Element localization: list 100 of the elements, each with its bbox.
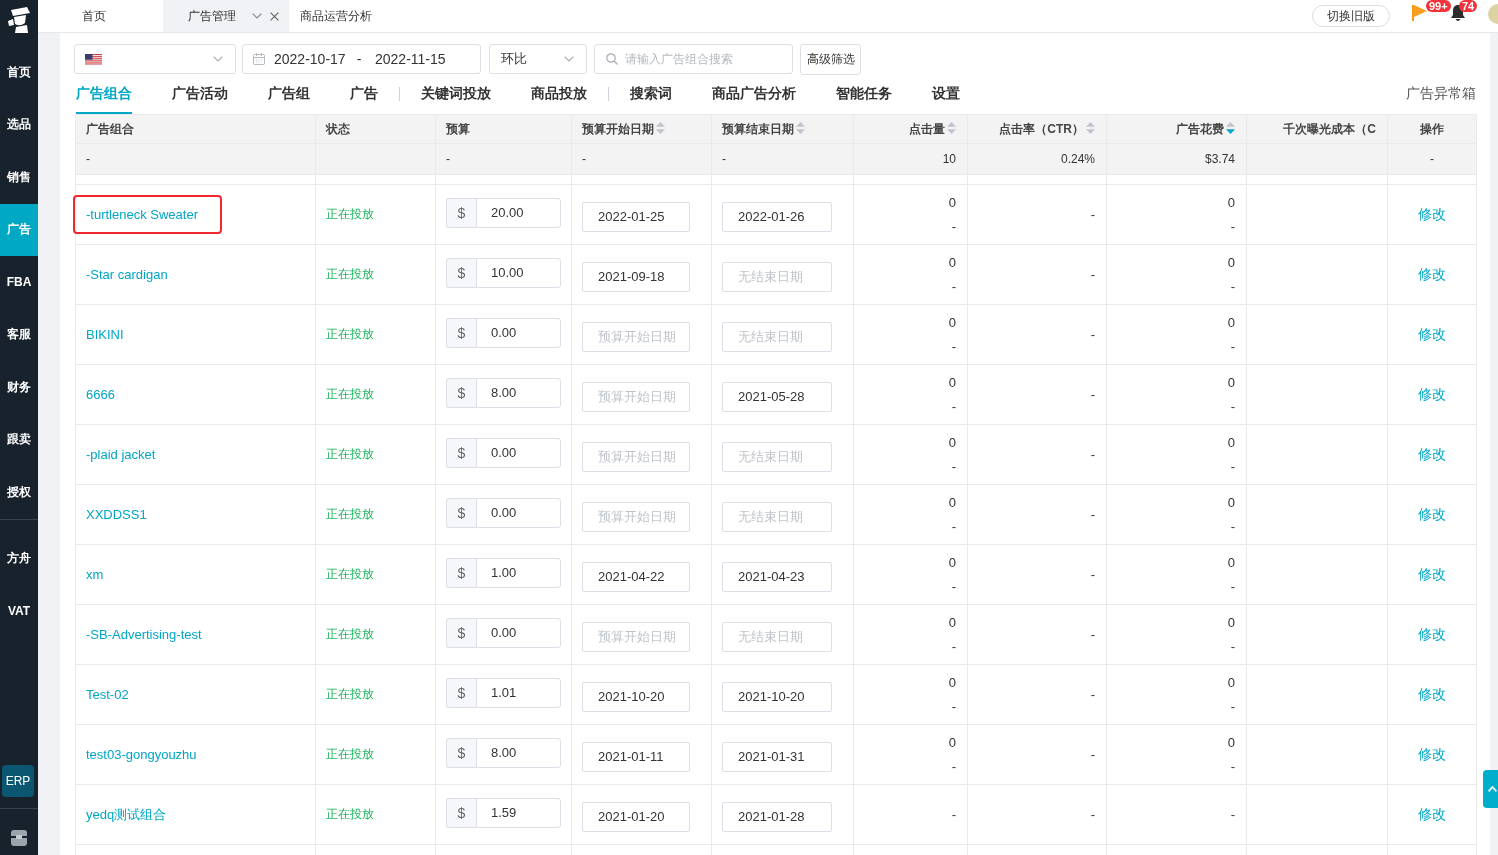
chest-icon[interactable] <box>10 830 28 846</box>
sort-icon[interactable] <box>1226 121 1235 134</box>
date-input[interactable]: 2021-05-28 <box>722 381 832 412</box>
column-header: 千次曝光成本（C <box>1246 114 1388 144</box>
date-range-field[interactable]: 2022-10-17 - 2022-11-15 <box>242 44 481 74</box>
summary-value: $3.74 <box>1204 152 1235 166</box>
sidebar-item[interactable]: 选品 <box>0 98 38 151</box>
sidebar-item[interactable]: 客服 <box>0 308 38 361</box>
page-tab[interactable]: 广告管理 <box>163 0 289 32</box>
budget-input[interactable]: 8.00 <box>476 377 561 408</box>
sidebar-item[interactable]: 财务 <box>0 361 38 414</box>
metric-value: 0 <box>1227 254 1235 270</box>
sort-icon[interactable] <box>656 121 665 134</box>
currency-addon: $ <box>446 197 476 228</box>
sort-icon[interactable] <box>1086 121 1095 134</box>
date-input[interactable]: 预算开始日期 <box>582 321 690 352</box>
date-input[interactable]: 2021-04-22 <box>582 561 690 592</box>
sidebar-item[interactable]: 首页 <box>0 46 38 99</box>
column-header[interactable]: 预算开始日期 <box>571 114 712 144</box>
date-input[interactable]: 2021-01-11 <box>582 741 690 772</box>
budget-input[interactable]: 0.00 <box>476 497 561 528</box>
section-tab[interactable]: 广告组 <box>268 74 310 114</box>
page-tab[interactable]: 首页 <box>71 0 163 32</box>
metric-value: - <box>1090 387 1095 402</box>
date-input[interactable]: 无结束日期 <box>722 621 832 652</box>
date-input[interactable]: 预算开始日期 <box>582 441 690 472</box>
chevron-up-icon[interactable] <box>1488 786 1497 792</box>
switch-version-button[interactable]: 切换旧版 <box>1312 5 1390 27</box>
avatar-icon[interactable] <box>1488 4 1498 24</box>
search-input[interactable]: 请输入广告组合搜索 <box>625 52 784 66</box>
date-input[interactable]: 无结束日期 <box>722 501 832 532</box>
section-tab[interactable]: 关键词投放 <box>421 74 491 114</box>
column-header[interactable]: 点击量 <box>853 114 968 144</box>
date-input[interactable]: 2021-04-23 <box>722 561 832 592</box>
sidebar-item[interactable]: 跟卖 <box>0 413 38 466</box>
search-field[interactable]: 请输入广告组合搜索 <box>594 44 793 74</box>
currency-addon: $ <box>446 617 476 648</box>
budget-input[interactable]: 10.00 <box>476 257 561 288</box>
status-text: 正在投放 <box>326 387 374 401</box>
sidebar-item[interactable]: VAT <box>0 585 38 638</box>
date-input[interactable]: 2021-09-18 <box>582 261 690 292</box>
column-header[interactable]: 预算结束日期 <box>711 114 854 144</box>
date-input[interactable]: 预算开始日期 <box>582 381 690 412</box>
budget-input[interactable]: 0.00 <box>476 437 561 468</box>
date-input[interactable]: 预算开始日期 <box>582 501 690 532</box>
date-input[interactable]: 2021-10-20 <box>722 681 832 712</box>
sidebar-item[interactable]: 销售 <box>0 151 38 204</box>
sidebar-item[interactable]: FBA <box>0 256 38 309</box>
budget-input[interactable]: 1.01 <box>476 677 561 708</box>
section-tab[interactable]: 商品广告分析 <box>712 74 796 114</box>
start-date-input[interactable]: 2022-10-17 <box>274 51 350 67</box>
section-tab[interactable]: 设置 <box>932 74 960 114</box>
section-tab[interactable]: 广告 <box>350 74 378 114</box>
sidebar-item[interactable]: 授权 <box>0 466 38 519</box>
close-icon[interactable] <box>270 11 279 21</box>
page-tab[interactable]: 商品运营分析 <box>289 0 383 32</box>
budget-input[interactable]: 0.00 <box>476 617 561 648</box>
date-input[interactable]: 2021-01-20 <box>582 801 690 832</box>
range-separator: - <box>355 51 363 67</box>
sort-icon[interactable] <box>947 121 956 134</box>
end-date-input[interactable]: 2022-11-15 <box>375 51 451 67</box>
section-tab[interactable]: 广告活动 <box>172 74 228 114</box>
scroll-top-button[interactable] <box>1483 770 1498 808</box>
date-input[interactable]: 2022-01-25 <box>582 201 690 232</box>
search-icon[interactable] <box>606 53 618 65</box>
chevron-icon[interactable] <box>213 56 223 62</box>
section-tab[interactable]: 商品投放 <box>531 74 587 114</box>
metric-value: - <box>1090 807 1095 822</box>
date-input[interactable]: 无结束日期 <box>722 441 832 472</box>
budget-input[interactable]: 1.59 <box>476 797 561 828</box>
budget-input[interactable]: 20.00 <box>476 197 561 228</box>
metric-value: - <box>1230 278 1235 294</box>
metric-value: - <box>1230 458 1235 474</box>
sidebar-item[interactable]: 方舟 <box>0 532 38 585</box>
metric-value: - <box>1230 806 1235 822</box>
advanced-filter-button[interactable]: 高级筛选 <box>800 43 861 75</box>
date-input[interactable]: 无结束日期 <box>722 261 832 292</box>
chevron-icon[interactable] <box>564 56 574 62</box>
logo-icon[interactable] <box>6 6 32 34</box>
column-header[interactable]: 点击率（CTR） <box>967 114 1107 144</box>
budget-input[interactable]: 1.00 <box>476 557 561 588</box>
date-input[interactable]: 预算开始日期 <box>582 621 690 652</box>
sort-icon[interactable] <box>796 121 805 134</box>
date-input[interactable]: 2021-01-31 <box>722 741 832 772</box>
flag-icon[interactable] <box>1412 5 1427 21</box>
section-tab[interactable]: 智能任务 <box>836 74 892 114</box>
metric-value: 0 <box>1227 494 1235 510</box>
date-input[interactable]: 无结束日期 <box>722 321 832 352</box>
date-input[interactable]: 2021-10-20 <box>582 681 690 712</box>
date-input[interactable]: 2021-01-28 <box>722 801 832 832</box>
exception-box-link[interactable]: 广告异常箱 <box>1406 74 1476 114</box>
column-header[interactable]: 广告花费 <box>1106 114 1247 144</box>
erp-button[interactable]: ERP <box>2 765 34 797</box>
compare-select[interactable]: 环比 <box>489 44 587 74</box>
chevron-icon[interactable] <box>252 13 262 19</box>
budget-input[interactable]: 8.00 <box>476 737 561 768</box>
budget-input[interactable]: 0.00 <box>476 317 561 348</box>
country-select[interactable] <box>74 44 236 74</box>
date-input[interactable]: 2022-01-26 <box>722 201 832 232</box>
section-tab[interactable]: 搜索词 <box>630 74 672 114</box>
